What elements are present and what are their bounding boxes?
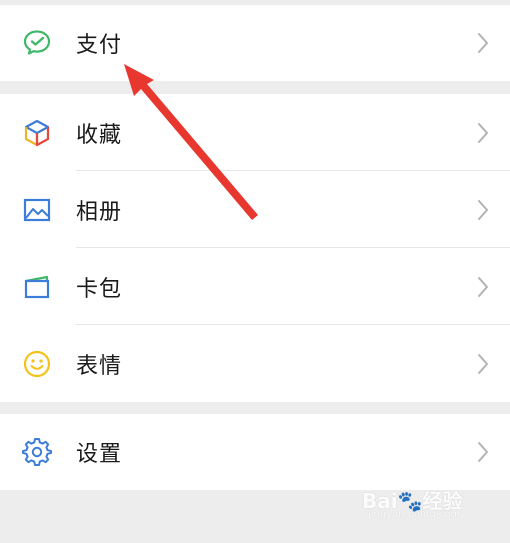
section-gap <box>0 81 510 94</box>
chevron-right-icon <box>478 276 488 297</box>
menu-item-favorites-label: 收藏 <box>76 122 123 148</box>
chevron-right-icon <box>478 199 488 220</box>
smiley-icon <box>21 348 53 380</box>
watermark-sub-text: jingyan.baidu.com <box>368 509 461 520</box>
menu-item-favorites[interactable]: 收藏 <box>0 94 510 171</box>
menu-item-stickers[interactable]: 表情 <box>0 325 510 402</box>
group-pay: 支付 <box>0 5 510 81</box>
section-gap <box>0 402 510 414</box>
menu-item-album[interactable]: 相册 <box>0 171 510 248</box>
menu-item-album-label: 相册 <box>76 199 123 225</box>
menu-item-pay-label: 支付 <box>76 33 123 58</box>
chevron-right-icon <box>478 442 488 462</box>
menu-item-cards-label: 卡包 <box>76 276 123 302</box>
chevron-right-icon <box>478 353 488 374</box>
wechat-pay-icon <box>21 27 53 59</box>
menu-item-cards[interactable]: 卡包 <box>0 248 510 325</box>
group-settings: 设置 <box>0 414 510 490</box>
menu-item-settings-label: 设置 <box>76 442 123 467</box>
menu-item-pay[interactable]: 支付 <box>0 5 510 81</box>
picture-icon <box>21 194 53 226</box>
group-main: 收藏 相册 卡包 表情 <box>0 94 510 402</box>
card-wallet-icon <box>21 271 53 303</box>
menu-item-stickers-label: 表情 <box>76 353 123 379</box>
gear-icon <box>21 436 53 468</box>
chevron-right-icon <box>478 33 488 53</box>
baidu-watermark: Bai🐾经验 jingyan.baidu.com <box>362 485 482 523</box>
menu-item-settings[interactable]: 设置 <box>0 414 510 490</box>
cube-icon <box>21 117 53 149</box>
chevron-right-icon <box>478 122 488 143</box>
